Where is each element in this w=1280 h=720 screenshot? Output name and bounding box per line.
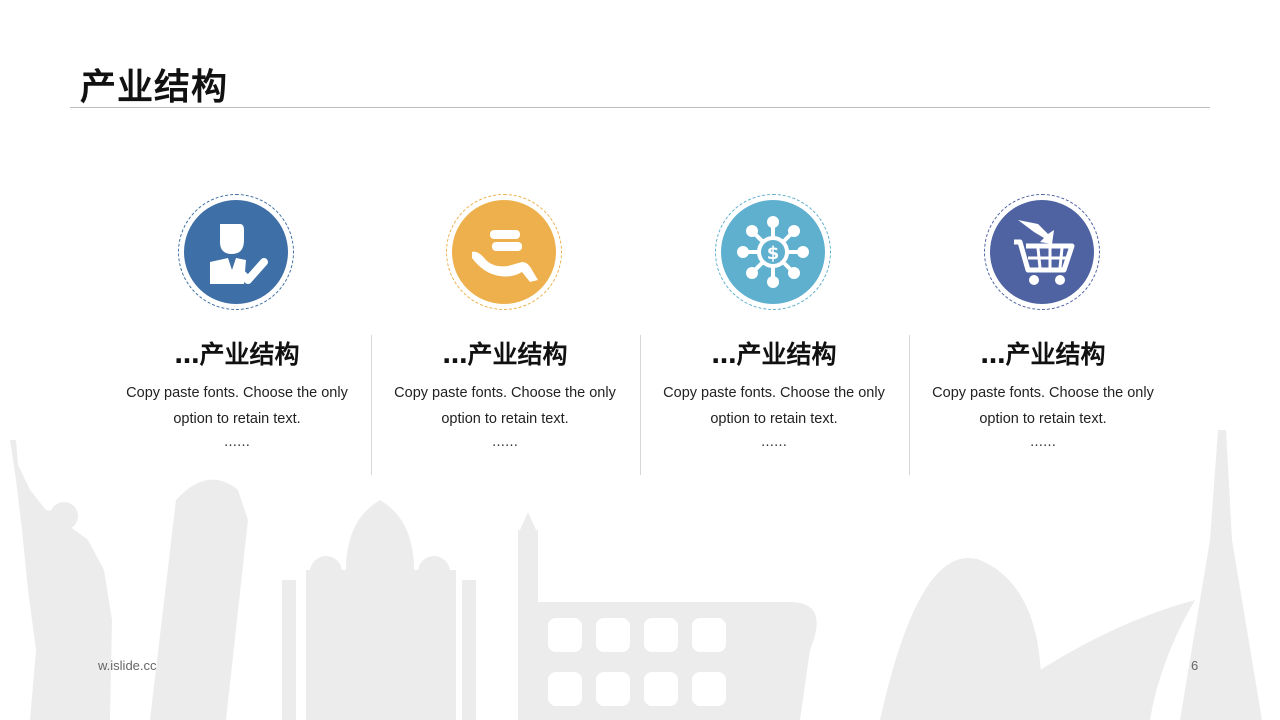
feature-column-3: $ …产业结构 Copy paste fonts. Choose the onl… — [640, 190, 908, 475]
hand-coins-icon — [472, 230, 538, 282]
page-number: 6 — [1191, 658, 1199, 673]
column-description: Copy paste fonts. Choose the only option… — [640, 380, 908, 432]
ellipsis-text: …… — [492, 435, 518, 450]
column-heading: …产业结构 — [442, 340, 568, 369]
feature-columns: …产业结构 Copy paste fonts. Choose the only … — [103, 190, 1179, 480]
column-description: Copy paste fonts. Choose the only option… — [103, 380, 371, 432]
description-line: Copy paste fonts. Choose the only — [394, 385, 616, 401]
column-description: Copy paste fonts. Choose the only option… — [371, 380, 639, 432]
feature-icon-badge — [178, 194, 296, 312]
shopping-cart-icon — [1014, 220, 1075, 285]
description-line: Copy paste fonts. Choose the only — [932, 385, 1154, 401]
description-line: option to retain text. — [173, 411, 301, 427]
feature-icon-badge: $ — [715, 194, 833, 312]
description-line: Copy paste fonts. Choose the only — [663, 385, 885, 401]
column-heading: …产业结构 — [980, 340, 1106, 369]
person-check-icon — [210, 224, 268, 284]
ellipsis-text: …… — [224, 435, 250, 450]
description-line: Copy paste fonts. Choose the only — [126, 385, 348, 401]
ellipsis-text: …… — [761, 435, 787, 450]
column-heading: …产业结构 — [174, 340, 300, 369]
slide-title: 产业结构 — [80, 67, 229, 108]
description-line: option to retain text. — [441, 411, 569, 427]
column-description: Copy paste fonts. Choose the only option… — [909, 380, 1177, 432]
dollar-network-icon: $ — [737, 216, 809, 288]
description-line: option to retain text. — [710, 411, 838, 427]
feature-column-2: …产业结构 Copy paste fonts. Choose the only … — [371, 190, 639, 475]
column-heading: …产业结构 — [711, 340, 837, 369]
ellipsis-text: …… — [1030, 435, 1056, 450]
svg-text:$: $ — [767, 243, 780, 264]
description-line: option to retain text. — [979, 411, 1107, 427]
feature-icon-badge — [984, 194, 1102, 312]
feature-column-4: …产业结构 Copy paste fonts. Choose the only … — [909, 190, 1177, 475]
footer-url: w.islide.cc — [98, 658, 157, 673]
feature-icon-badge — [446, 194, 564, 312]
feature-column-1: …产业结构 Copy paste fonts. Choose the only … — [103, 190, 371, 475]
title-divider — [70, 107, 1210, 108]
